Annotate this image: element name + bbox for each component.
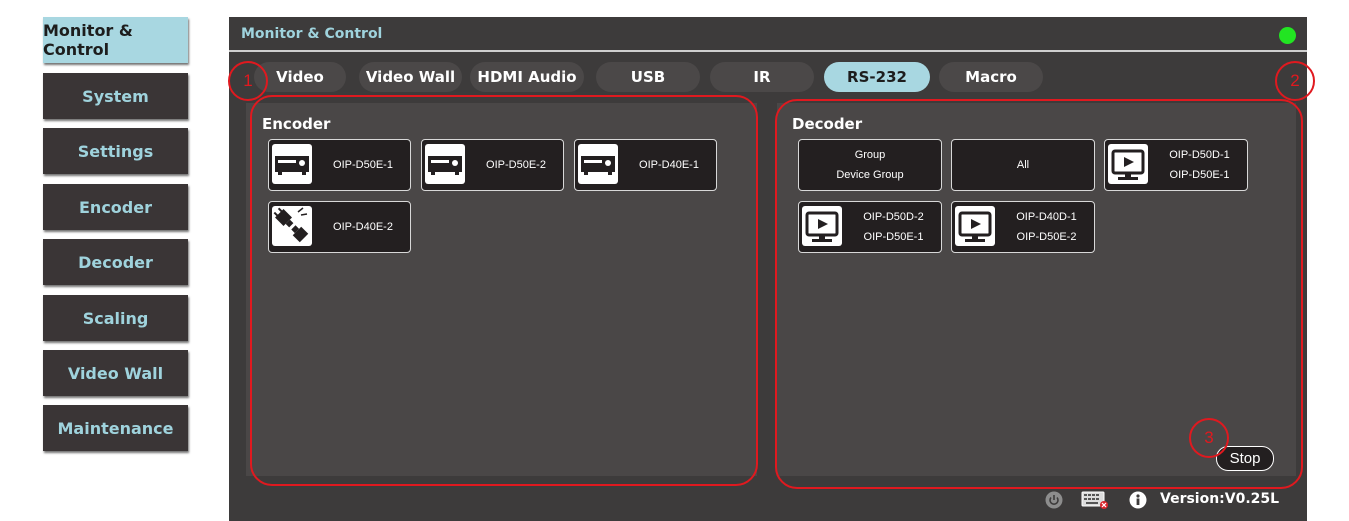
tab-video[interactable]: Video	[254, 62, 346, 92]
tab-ir[interactable]: IR	[710, 62, 814, 92]
tab-label: Video Wall	[365, 68, 456, 86]
sidebar-item-label: System	[82, 86, 149, 106]
annotation-marker-1: 1	[228, 61, 268, 101]
sidebar-item-label: Scaling	[82, 308, 149, 328]
sidebar-item-label: Decoder	[78, 252, 153, 272]
version-label: Version:V0.25L	[1160, 491, 1280, 507]
tab-rs-232[interactable]: RS-232	[824, 62, 930, 92]
tab-macro[interactable]: Macro	[939, 62, 1043, 92]
tab-label: HDMI Audio	[477, 68, 577, 86]
annotation-marker-3: 3	[1189, 418, 1229, 458]
annotation-number: 2	[1290, 71, 1300, 90]
tab-label: Video	[276, 68, 324, 86]
sidebar-item-system[interactable]: System	[43, 73, 188, 119]
sidebar-item-decoder[interactable]: Decoder	[43, 239, 188, 285]
annotation-marker-2: 2	[1275, 61, 1315, 101]
sidebar-item-monitor-control[interactable]: Monitor & Control	[43, 17, 188, 63]
connection-status-indicator	[1279, 27, 1296, 44]
keyboard-icon[interactable]	[1080, 489, 1110, 511]
tab-usb[interactable]: USB	[596, 62, 700, 92]
sidebar-item-label: Monitor & Control	[43, 21, 133, 59]
power-icon[interactable]	[1043, 489, 1065, 511]
window-header: Monitor & Control	[229, 17, 1307, 52]
sidebar-item-label: Encoder	[79, 197, 152, 217]
annotation-number: 1	[243, 71, 253, 90]
sidebar-item-encoder[interactable]: Encoder	[43, 184, 188, 230]
tab-label: Macro	[965, 68, 1017, 86]
tab-label: IR	[753, 68, 771, 86]
sidebar-item-label: Settings	[77, 141, 154, 161]
sidebar-item-settings[interactable]: Settings	[43, 128, 188, 174]
tab-label: RS-232	[847, 68, 907, 86]
sidebar-item-label: Maintenance	[57, 418, 174, 438]
sidebar-item-label: Video Wall	[67, 363, 164, 383]
tab-video-wall[interactable]: Video Wall	[359, 62, 462, 92]
info-icon[interactable]	[1127, 489, 1149, 511]
annotation-number: 3	[1204, 428, 1214, 447]
annotation-encoder-region	[250, 95, 758, 486]
sidebar-item-scaling[interactable]: Scaling	[43, 295, 188, 341]
tab-label: USB	[630, 68, 666, 86]
page-title: Monitor & Control	[241, 26, 383, 42]
tab-hdmi-audio[interactable]: HDMI Audio	[470, 62, 584, 92]
sidebar-item-video-wall[interactable]: Video Wall	[43, 350, 188, 396]
sidebar-item-maintenance[interactable]: Maintenance	[43, 405, 188, 451]
